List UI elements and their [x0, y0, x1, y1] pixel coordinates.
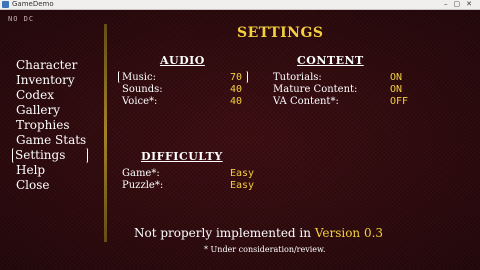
menu-item-settings[interactable]: Settings [12, 148, 89, 163]
game-difficulty-value[interactable]: Easy [230, 168, 254, 179]
sounds-label: Sounds: [122, 84, 163, 95]
game-difficulty-label: Game*: [122, 168, 160, 179]
implementation-notice: Not properly implemented in Version 0.3 [134, 226, 383, 240]
app-icon [2, 1, 9, 8]
content-heading: CONTENT [297, 54, 364, 67]
tutorials-value[interactable]: ON [390, 72, 402, 83]
tutorials-label: Tutorials: [273, 72, 322, 83]
music-label: Music: [122, 72, 156, 83]
difficulty-heading: DIFFICULTY [141, 150, 223, 163]
voice-label: Voice*: [122, 96, 158, 107]
va-content-value[interactable]: OFF [390, 96, 408, 107]
notice-text: Not properly implemented in [134, 226, 315, 240]
audio-heading: AUDIO [160, 54, 205, 67]
va-content-label: VA Content*: [273, 96, 339, 107]
review-footnote: * Under consideration/review. [204, 245, 326, 254]
menu-item-trophies[interactable]: Trophies [14, 118, 88, 133]
mature-content-label: Mature Content: [273, 84, 358, 95]
sidebar-divider [104, 24, 107, 242]
sounds-value[interactable]: 40 [222, 84, 242, 95]
voice-value[interactable]: 40 [222, 96, 242, 107]
window-titlebar: GameDemo –▢✕ [0, 0, 480, 10]
music-value[interactable]: 70 [222, 72, 242, 83]
menu-item-game-stats[interactable]: Game Stats [14, 133, 88, 148]
mature-content-value[interactable]: ON [390, 84, 402, 95]
version-label: Version 0.3 [314, 226, 384, 240]
puzzle-difficulty-label: Puzzle*: [122, 180, 164, 191]
menu-item-character[interactable]: Character [14, 58, 88, 73]
menu-item-gallery[interactable]: Gallery [14, 103, 88, 118]
menu-item-inventory[interactable]: Inventory [14, 73, 88, 88]
game-screen: NO DC Character Inventory Codex Gallery … [0, 10, 480, 270]
menu-item-codex[interactable]: Codex [14, 88, 88, 103]
page-title: SETTINGS [237, 25, 324, 41]
puzzle-difficulty-value[interactable]: Easy [230, 180, 254, 191]
hud-indicator: NO DC [8, 15, 35, 23]
window-title: GameDemo [12, 0, 54, 8]
menu-item-help[interactable]: Help [14, 163, 88, 178]
game-window: GameDemo –▢✕ NO DC Character Inventory C… [0, 0, 480, 270]
menu-sidebar: Character Inventory Codex Gallery Trophi… [12, 58, 89, 193]
window-controls[interactable]: –▢✕ [444, 0, 478, 9]
menu-item-close[interactable]: Close [14, 178, 88, 193]
